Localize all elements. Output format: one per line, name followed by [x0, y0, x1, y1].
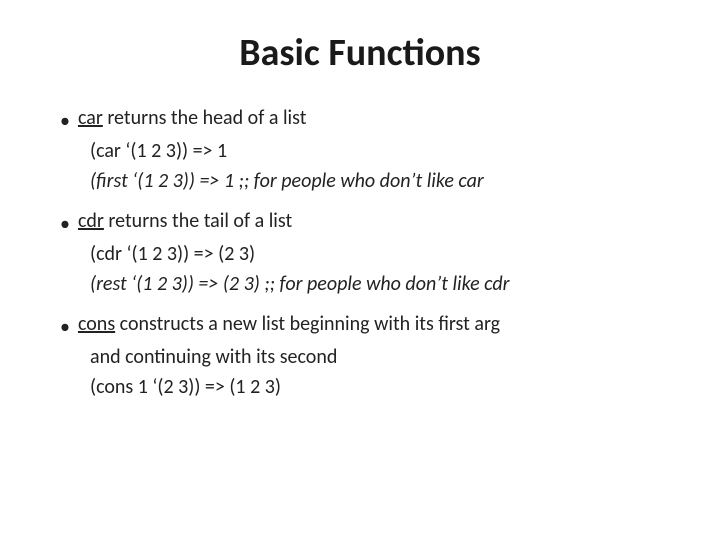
car-line-2: (first ‘(1 2 3)) => 1 ;; for people who … — [60, 167, 670, 195]
bullet-item-car: • car returns the head of a list — [60, 104, 670, 135]
cdr-line-2: (rest ‘(1 2 3)) => (2 3) ;; for people w… — [60, 270, 670, 298]
content-area: • car returns the head of a list (car ‘(… — [50, 104, 670, 510]
slide-title: Basic Functions — [50, 30, 670, 76]
bullet-group-car: • car returns the head of a list (car ‘(… — [60, 104, 670, 197]
cons-line-1: (cons 1 ‘(2 3)) => (1 2 3) — [60, 373, 670, 401]
keyword-car: car — [78, 106, 103, 130]
cons-text-after: constructs a new list beginning with its… — [115, 312, 500, 336]
bullet-text-cdr: cdr returns the tail of a list — [78, 207, 670, 235]
bullet-text-cons: cons constructs a new list beginning wit… — [78, 310, 670, 338]
bullet-item-cons: • cons constructs a new list beginning w… — [60, 310, 670, 341]
car-line-1: (car ‘(1 2 3)) => 1 — [60, 137, 670, 165]
slide: Basic Functions • car returns the head o… — [0, 0, 720, 540]
bullet-dot-cons: • — [60, 313, 70, 341]
keyword-cdr: cdr — [78, 209, 104, 233]
bullet-group-cdr: • cdr returns the tail of a list (cdr ‘(… — [60, 207, 670, 300]
cdr-line-1: (cdr ‘(1 2 3)) => (2 3) — [60, 240, 670, 268]
bullet-group-cons: • cons constructs a new list beginning w… — [60, 310, 670, 403]
car-text-after: returns the head of a list — [103, 106, 307, 130]
bullet-item-cdr: • cdr returns the tail of a list — [60, 207, 670, 238]
keyword-cons: cons — [78, 312, 115, 336]
bullet-dot-car: • — [60, 107, 70, 135]
bullet-text-car: car returns the head of a list — [78, 104, 670, 132]
bullet-dot-cdr: • — [60, 210, 70, 238]
cdr-text-after: returns the tail of a list — [104, 209, 292, 233]
cons-continuation: and continuing with its second — [60, 343, 670, 371]
